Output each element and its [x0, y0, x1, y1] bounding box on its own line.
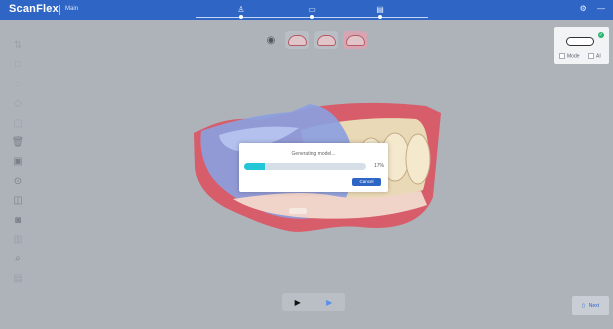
- target-icon[interactable]: ⊙: [9, 173, 27, 191]
- playback-controls: ▶ ▶︎: [282, 293, 345, 311]
- workflow-step-dot: [239, 15, 243, 19]
- lower-jaw-icon[interactable]: [314, 31, 338, 49]
- view-toolbar: ◉: [262, 30, 367, 50]
- workflow-step-dot: [310, 15, 314, 19]
- scan-icon[interactable]: ◫: [9, 192, 27, 210]
- left-tool-sidebar: ⇅ □ ◌ ◇ ▢ 🗑 ▣ ⊙ ◫ ◙ ▥ ⌕ ▤: [9, 37, 27, 299]
- top-bar: ScanFlex Main ♙ ▭ ▤ ⚙ —: [0, 0, 613, 20]
- workflow-step-dot: [378, 15, 382, 19]
- play-icon[interactable]: ▶: [295, 298, 301, 307]
- settings-icon[interactable]: ⚙: [580, 4, 587, 13]
- view-icon[interactable]: ◇: [9, 95, 27, 113]
- center-icon[interactable]: ◉: [262, 31, 280, 49]
- lasso-icon[interactable]: ◌: [9, 76, 27, 94]
- scanner-mode-option[interactable]: Mode: [559, 53, 580, 59]
- window-controls: ⚙ —: [572, 4, 605, 13]
- scanner-status-card: ✓ Mode AI: [554, 27, 609, 64]
- next-label: Next: [588, 302, 600, 309]
- progress-percent: 17%: [373, 163, 384, 169]
- layers-icon[interactable]: ▤: [9, 270, 27, 288]
- crop-icon[interactable]: □: [9, 56, 27, 74]
- scanner-icon: [566, 37, 594, 46]
- cube-icon[interactable]: ▣: [9, 153, 27, 171]
- title-separator: [59, 5, 60, 15]
- camera-icon[interactable]: ◙: [9, 212, 27, 230]
- dialog-title: Generating model...: [291, 151, 336, 157]
- next-page-icon: ▯: [581, 302, 585, 309]
- both-jaws-icon[interactable]: [343, 31, 367, 49]
- upper-jaw-icon[interactable]: [285, 31, 309, 49]
- cancel-button[interactable]: Cancel: [352, 178, 381, 186]
- progress-fill: [244, 163, 265, 170]
- zoom-icon[interactable]: ⌕: [9, 250, 27, 268]
- next-icon[interactable]: ▶︎: [326, 298, 332, 307]
- app-title: ScanFlex: [9, 3, 59, 15]
- generation-progress-bar: [244, 163, 366, 170]
- bar-icon[interactable]: ▥: [9, 231, 27, 249]
- clip-icon[interactable]: ▢: [9, 115, 27, 133]
- minimize-icon[interactable]: —: [597, 4, 605, 13]
- app-subtitle: Main: [65, 6, 79, 12]
- measure-icon[interactable]: ⇅: [9, 37, 27, 55]
- scanner-ai-option[interactable]: AI: [588, 53, 601, 59]
- check-icon: ✓: [598, 32, 604, 38]
- progress-dialog: Generating model... 17% Cancel: [239, 143, 388, 192]
- next-button[interactable]: ▯ Next: [572, 296, 609, 315]
- delete-icon[interactable]: 🗑: [9, 134, 27, 152]
- scan-detail: [289, 208, 307, 214]
